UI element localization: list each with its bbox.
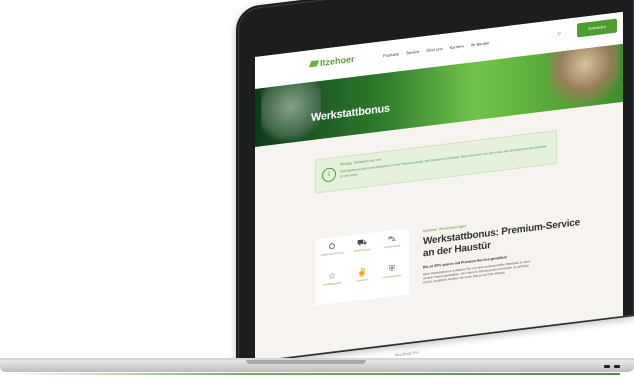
laptop-screen: Itzehoer Produkte Service Über uns Karri… (255, 11, 623, 362)
logo-icon (308, 60, 320, 68)
nav-item-about[interactable]: Über uns (426, 46, 442, 53)
service-item: ⛭ Kostenlose Abholung (317, 240, 347, 258)
info-notice: i Wichtig: Teilnahme nur mit Werkstattbo… (315, 129, 557, 194)
nav-item-products[interactable]: Produkte (383, 51, 399, 58)
base-shadow (0, 373, 620, 375)
laptop-notch (246, 360, 366, 364)
service-item: ⛨ Geprüfte Betriebe (377, 262, 407, 280)
service-item: ⛟ Ersatzfahrzeug (347, 236, 377, 254)
nav-item-advisor[interactable]: Ihr Berater (471, 40, 490, 47)
port-icon (614, 365, 620, 368)
search-icon[interactable]: ⌕ (557, 28, 561, 39)
info-icon: i (322, 167, 336, 183)
page-title: Werkstattbonus (311, 102, 390, 125)
service-item: ⛍ Innenreinigung (377, 232, 407, 250)
service-features-grid: ⛭ Kostenlose Abholung ⛟ Ersatzfahrzeug ⛍… (315, 228, 409, 306)
nav-item-service[interactable]: Service (406, 49, 419, 56)
nav-item-career[interactable]: Karriere (450, 43, 464, 50)
logo-text: Itzehoer (320, 53, 355, 69)
device-label: MacBook Pro (395, 349, 420, 358)
service-item: ✌ Sparvorteil (347, 266, 377, 284)
site-logo[interactable]: Itzehoer (308, 53, 355, 69)
main-nav: Produkte Service Über uns Karriere Ihr B… (383, 40, 490, 58)
hero-image-woman (550, 43, 620, 121)
section-headline: Werkstattbonus: Premium-Service an der H… (423, 217, 580, 260)
port-icon (604, 365, 610, 368)
service-item: ☆ Qualitätsgarantie (317, 270, 347, 288)
login-button[interactable]: Anmelden (577, 18, 617, 38)
